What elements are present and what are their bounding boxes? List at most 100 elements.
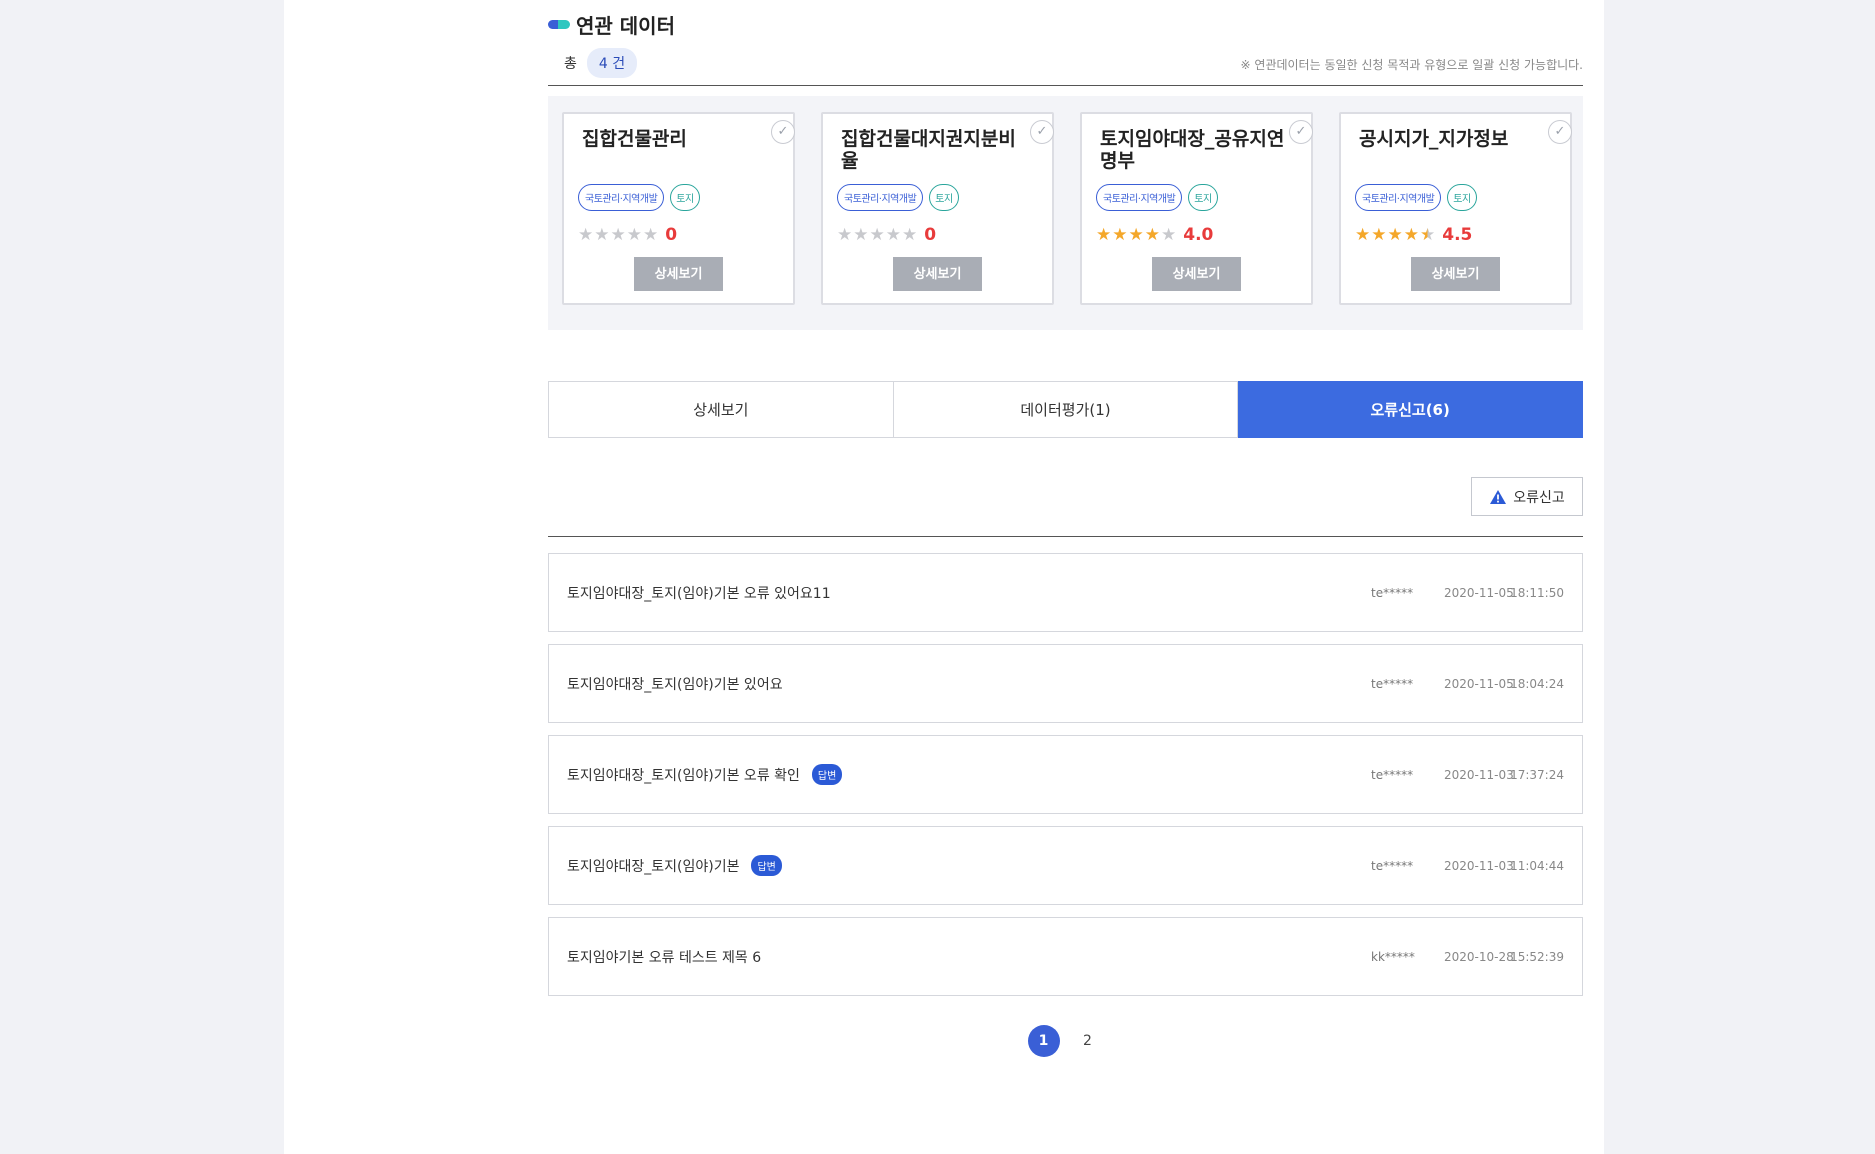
star-icon: ★: [837, 225, 853, 245]
related-data-header: 연관 데이터: [548, 12, 675, 38]
report-row[interactable]: 토지임야기본 오류 테스트 제목 6 kk***** 2020-10-28 15…: [548, 917, 1583, 996]
check-icon[interactable]: ✓: [771, 120, 795, 144]
star-icon: ★: [1161, 225, 1177, 245]
card-tags: 국토관리·지역개발 토지: [1355, 184, 1477, 211]
star-icon: ★: [594, 225, 610, 245]
pagination: 1 2: [548, 1025, 1583, 1057]
star-icon: ★: [1420, 225, 1436, 245]
category-tag: 국토관리·지역개발: [578, 184, 665, 211]
card-title: 공시지가_지가정보: [1359, 128, 1509, 150]
warning-icon: [1490, 489, 1507, 504]
card-tags: 국토관리·지역개발 토지: [1096, 184, 1218, 211]
section-pill-icon: [548, 19, 570, 29]
star-icon: ★: [1112, 225, 1128, 245]
star-icon: ★: [902, 225, 918, 245]
total-count: 총 4 건: [564, 48, 638, 78]
check-icon[interactable]: ✓: [1289, 120, 1313, 144]
report-user: te*****: [1371, 858, 1414, 873]
report-title-wrap: 토지임야대장_토지(임야)기본 있어요: [567, 645, 783, 722]
report-date: 2020-11-03: [1444, 767, 1514, 782]
report-time: 15:52:39: [1510, 949, 1564, 964]
report-row[interactable]: 토지임야대장_토지(임야)기본 오류 있어요11 te***** 2020-11…: [548, 553, 1583, 632]
report-title: 토지임야대장_토지(임야)기본 오류 확인: [567, 767, 800, 784]
tab-error-report[interactable]: 오류신고(6): [1238, 381, 1584, 438]
report-title: 토지임야기본 오류 테스트 제목 6: [567, 949, 762, 966]
report-user: te*****: [1371, 676, 1414, 691]
page-2-link[interactable]: 2: [1072, 1025, 1104, 1057]
rating-score: 4.5: [1442, 225, 1473, 245]
type-tag: 토지: [929, 184, 959, 211]
report-date: 2020-10-28: [1444, 949, 1514, 964]
related-cards: 집합건물관리 ✓ 국토관리·지역개발 토지 ★ ★ ★ ★ ★ 0 상세보기 집합건물대…: [548, 96, 1583, 330]
related-card[interactable]: 토지임야대장_공유지연명부 ✓ 국토관리·지역개발 토지 ★ ★ ★ ★ ★ 4.0 상…: [1080, 112, 1313, 305]
star-icon: ★: [885, 225, 901, 245]
error-report-label: 오류신고: [1513, 488, 1565, 505]
star-icon: ★: [853, 225, 869, 245]
report-title-wrap: 토지임야대장_토지(임야)기본 오류 확인 답변: [567, 736, 843, 813]
tab-detail[interactable]: 상세보기: [548, 381, 894, 438]
detail-button[interactable]: 상세보기: [893, 257, 982, 291]
report-row[interactable]: 토지임야대장_토지(임야)기본 있어요 te***** 2020-11-05 1…: [548, 644, 1583, 723]
page-1-link[interactable]: 1: [1027, 1025, 1060, 1057]
detail-button[interactable]: 상세보기: [634, 257, 723, 291]
total-badge: 4 건: [586, 48, 638, 78]
report-title: 토지임야대장_토지(임야)기본 오류 있어요11: [567, 585, 831, 602]
divider: [548, 85, 1583, 86]
report-title: 토지임야대장_토지(임야)기본 있어요: [567, 676, 783, 693]
category-tag: 국토관리·지역개발: [1355, 184, 1442, 211]
rating-stars: ★ ★ ★ ★ ★ 0: [837, 225, 936, 245]
report-user: te*****: [1371, 767, 1414, 782]
report-title-wrap: 토지임야대장_토지(임야)기본 오류 있어요11: [567, 554, 831, 631]
related-card[interactable]: 집합건물대지권지분비율 ✓ 국토관리·지역개발 토지 ★ ★ ★ ★ ★ 0 상세보기: [821, 112, 1054, 305]
star-icon: ★: [1128, 225, 1144, 245]
related-card[interactable]: 공시지가_지가정보 ✓ 국토관리·지역개발 토지 ★ ★ ★ ★ ★ 4.5 상세보기: [1339, 112, 1572, 305]
star-icon: ★: [1355, 225, 1371, 245]
star-icon: ★: [578, 225, 594, 245]
check-icon[interactable]: ✓: [1548, 120, 1572, 144]
report-date: 2020-11-03: [1444, 858, 1514, 873]
rating-stars: ★ ★ ★ ★ ★ 0: [578, 225, 677, 245]
card-title: 토지임야대장_공유지연명부: [1100, 128, 1285, 172]
star-icon: ★: [1403, 225, 1419, 245]
answer-badge: 답변: [811, 764, 843, 785]
divider: [548, 536, 1583, 537]
detail-button[interactable]: 상세보기: [1411, 257, 1500, 291]
rating-stars: ★ ★ ★ ★ ★ 4.5: [1355, 225, 1472, 245]
star-icon: ★: [626, 225, 642, 245]
page-panel: 연관 데이터 총 4 건 ※ 연관데이터는 동일한 신청 목적과 유형으로 일괄…: [284, 0, 1604, 1154]
section-title: 연관 데이터: [576, 13, 675, 38]
answer-badge: 답변: [751, 855, 782, 876]
rating-stars: ★ ★ ★ ★ ★ 4.0: [1096, 225, 1213, 245]
star-icon: ★: [643, 225, 659, 245]
rating-score: 0: [665, 225, 678, 245]
report-time: 18:11:50: [1510, 585, 1564, 600]
type-tag: 토지: [1447, 184, 1477, 211]
related-notice: ※ 연관데이터는 동일한 신청 목적과 유형으로 일괄 신청 가능합니다.: [1240, 58, 1583, 72]
tab-data-rating[interactable]: 데이터평가(1): [893, 381, 1239, 438]
star-icon: ★: [1387, 225, 1403, 245]
rating-score: 0: [924, 225, 937, 245]
report-date: 2020-11-05: [1444, 676, 1514, 691]
star-icon: ★: [1144, 225, 1160, 245]
error-report-button[interactable]: 오류신고: [1471, 477, 1583, 516]
report-time: 11:04:44: [1510, 858, 1564, 873]
total-label: 총: [564, 56, 577, 72]
report-user: te*****: [1371, 585, 1414, 600]
report-row[interactable]: 토지임야대장_토지(임야)기본 답변 te***** 2020-11-03 11…: [548, 826, 1583, 905]
category-tag: 국토관리·지역개발: [1096, 184, 1183, 211]
related-card[interactable]: 집합건물관리 ✓ 국토관리·지역개발 토지 ★ ★ ★ ★ ★ 0 상세보기: [562, 112, 795, 305]
detail-tabs: 상세보기 데이터평가(1) 오류신고(6): [548, 381, 1584, 438]
card-tags: 국토관리·지역개발 토지: [837, 184, 959, 211]
report-time: 18:04:24: [1510, 676, 1564, 691]
detail-button[interactable]: 상세보기: [1152, 257, 1241, 291]
type-tag: 토지: [1188, 184, 1218, 211]
rating-score: 4.0: [1183, 225, 1214, 245]
report-title-wrap: 토지임야대장_토지(임야)기본 답변: [567, 827, 782, 904]
report-title: 토지임야대장_토지(임야)기본: [567, 858, 740, 875]
report-row[interactable]: 토지임야대장_토지(임야)기본 오류 확인 답변 te***** 2020-11…: [548, 735, 1583, 814]
star-icon: ★: [1096, 225, 1112, 245]
check-icon[interactable]: ✓: [1030, 120, 1054, 144]
star-icon: ★: [1371, 225, 1387, 245]
report-title-wrap: 토지임야기본 오류 테스트 제목 6: [567, 918, 761, 995]
category-tag: 국토관리·지역개발: [837, 184, 924, 211]
